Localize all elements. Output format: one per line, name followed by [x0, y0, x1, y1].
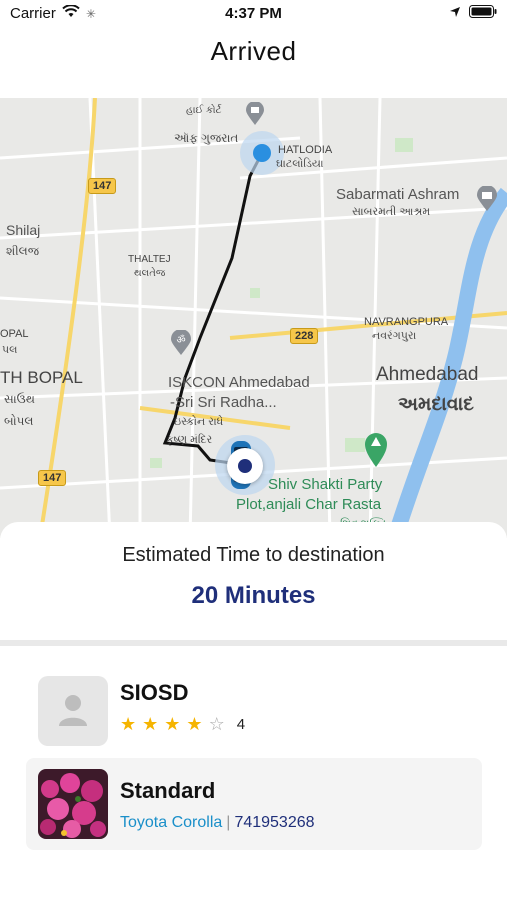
- page-title: Arrived: [210, 36, 297, 66]
- separator: |: [226, 814, 231, 831]
- avatar: [38, 676, 108, 746]
- map-label: ઘાટલોડિયા: [276, 158, 324, 170]
- park-pin-icon: [364, 432, 388, 473]
- battery-icon: [469, 5, 497, 22]
- star-filled-icon: ★: [186, 714, 203, 734]
- star-filled-icon: ★: [142, 714, 159, 734]
- map-label: HATLODIA: [278, 144, 333, 156]
- map-label: THALTEJ: [128, 254, 171, 265]
- driver-name: SIOSD: [120, 680, 189, 705]
- map-label: OPAL: [0, 328, 29, 340]
- map-label: કૃષ્ણ મંદિર: [166, 434, 213, 446]
- nav-bar: Arrived: [0, 28, 507, 98]
- vehicle-details: Toyota Corolla | 741953268: [120, 814, 315, 832]
- map-label: શીલજ: [6, 244, 40, 258]
- map-label: NAVRANGPURA: [364, 316, 449, 328]
- location-arrow-icon: [449, 5, 461, 22]
- section-divider: [0, 640, 507, 646]
- map-label: Shilaj: [6, 222, 41, 238]
- map-label: ઇસ્કોન રાધે: [174, 416, 224, 428]
- driver-rating: ★ ★ ★ ★ ☆ 4: [120, 714, 245, 735]
- map-label: TH BOPAL: [0, 368, 83, 387]
- place-pin-icon: [245, 101, 265, 131]
- vehicle-card: Standard Toyota Corolla | 741953268: [26, 758, 482, 850]
- museum-pin-icon: [476, 185, 498, 217]
- vehicle-plate: 741953268: [234, 814, 315, 831]
- eta-value: 20 Minutes: [191, 582, 316, 609]
- map-label: Sabarmati Ashram: [336, 186, 460, 203]
- map-label: ISKCON Ahmedabad: [168, 374, 310, 391]
- road-shield: 147: [38, 470, 67, 486]
- star-filled-icon: ★: [120, 714, 137, 734]
- map-label: હાઈ કોર્ટ: [186, 105, 222, 116]
- map-label: પલ: [2, 344, 18, 356]
- eta-label: Estimated Time to destination: [122, 544, 385, 566]
- clock: 4:37 PM: [225, 5, 282, 22]
- star-empty-icon: ☆: [208, 714, 225, 734]
- map-label: સાબરમતી આશ્રમ: [352, 206, 431, 218]
- vehicle-photo: [38, 769, 108, 839]
- route-map[interactable]: ॐ હાઈ કોર્ટ ઑફ ગુજરાત HATLODIA ઘાટલોડિયા…: [0, 98, 507, 538]
- svg-text:ॐ: ॐ: [176, 334, 185, 346]
- driver-info: SIOSD ★ ★ ★ ★ ☆ 4: [38, 676, 468, 746]
- temple-pin-icon: ॐ: [170, 329, 192, 361]
- map-label: -Sri Sri Radha...: [170, 394, 277, 411]
- road-shield: 228: [290, 328, 319, 344]
- map-label: બોપલ: [4, 414, 34, 428]
- rating-value: 4: [236, 716, 246, 733]
- eta-card: Estimated Time to destination 20 Minutes: [0, 522, 507, 640]
- road-shield: 147: [88, 178, 117, 194]
- vehicle-type: Standard: [120, 778, 216, 803]
- map-label: Ahmedabad: [376, 364, 479, 385]
- map-label: નવરંગપુરા: [372, 330, 417, 342]
- user-placeholder-icon: [59, 695, 87, 726]
- map-label: સાઉથ: [4, 392, 35, 406]
- status-bar: Carrier ✳ 4:37 PM: [0, 0, 507, 28]
- map-label: ઑફ ગુજરાત: [174, 131, 239, 145]
- destination-marker: [227, 448, 263, 484]
- star-filled-icon: ★: [164, 714, 181, 734]
- vehicle-model: Toyota Corolla: [120, 814, 223, 831]
- map-label: થલતેજ: [134, 268, 166, 279]
- map-label: Plot,anjali Char Rasta: [236, 496, 382, 513]
- map-label: Shiv Shakti Party: [268, 476, 383, 493]
- map-label: અમદાવાદ: [398, 394, 474, 415]
